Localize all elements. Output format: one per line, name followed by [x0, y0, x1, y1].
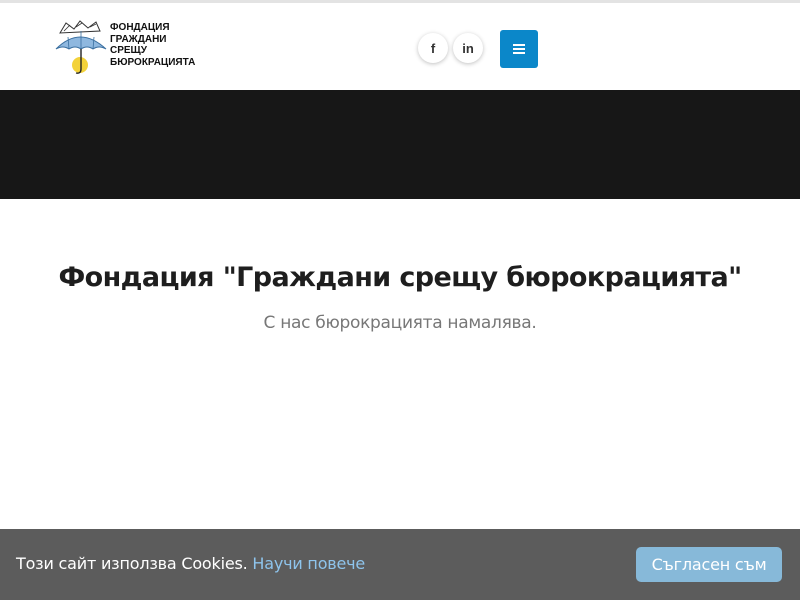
page-subtitle: С нас бюрокрацията намалява. [263, 313, 537, 333]
page-title: Фондация "Граждани срещу бюрокрацията" [58, 262, 742, 293]
cookie-message: Този сайт използва Cookies. Научи повече [16, 554, 365, 573]
facebook-button[interactable]: f [418, 33, 448, 63]
menu-toggle-button[interactable] [500, 30, 538, 68]
learn-more-link[interactable]: Научи повече [252, 554, 365, 573]
umbrella-logo-icon [55, 20, 107, 74]
hero-banner [0, 90, 800, 199]
accept-cookies-button[interactable]: Съгласен съм [636, 547, 782, 582]
facebook-icon: f [430, 40, 436, 56]
linkedin-icon: in [462, 40, 474, 56]
hamburger-menu-icon [513, 44, 525, 54]
cookie-consent-bar: Този сайт използва Cookies. Научи повече… [0, 529, 800, 600]
site-logo[interactable]: ФОНДАЦИЯ ГРАЖДАНИ СРЕЩУ БЮРОКРАЦИЯТА [54, 19, 199, 75]
cookie-text: Този сайт използва Cookies. [16, 554, 248, 573]
site-header: ФОНДАЦИЯ ГРАЖДАНИ СРЕЩУ БЮРОКРАЦИЯТА f i… [0, 3, 800, 90]
linkedin-button[interactable]: in [453, 33, 483, 63]
logo-text: ФОНДАЦИЯ ГРАЖДАНИ СРЕЩУ БЮРОКРАЦИЯТА [110, 22, 196, 68]
